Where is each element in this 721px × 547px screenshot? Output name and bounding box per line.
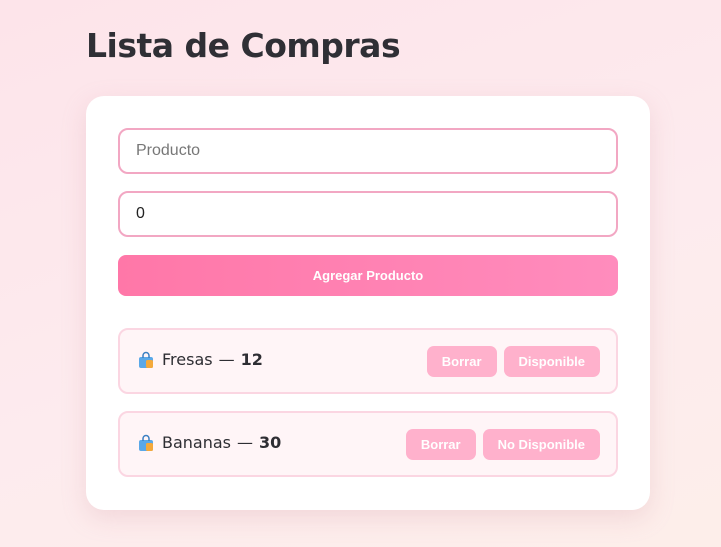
shopping-bag-icon xyxy=(139,351,153,368)
item-actions: Borrar Disponible xyxy=(426,346,600,377)
delete-button[interactable]: Borrar xyxy=(426,346,497,377)
shopping-list-card: Agregar Producto Fresas — 12 Borrar Disp… xyxy=(86,96,650,510)
list-item: Bananas — 30 Borrar No Disponible xyxy=(118,411,618,477)
product-input[interactable] xyxy=(118,128,618,174)
item-name: Fresas xyxy=(162,350,213,369)
delete-button[interactable]: Borrar xyxy=(405,429,476,460)
list-item: Fresas — 12 Borrar Disponible xyxy=(118,328,618,394)
item-separator: — xyxy=(237,433,254,452)
item-actions: Borrar No Disponible xyxy=(405,429,600,460)
item-label: Fresas — 12 xyxy=(137,350,263,369)
item-separator: — xyxy=(218,350,235,369)
quantity-input[interactable] xyxy=(118,191,618,237)
page-title: Lista de Compras xyxy=(86,26,401,65)
item-quantity: 12 xyxy=(240,350,263,369)
availability-toggle-button[interactable]: No Disponible xyxy=(482,429,600,460)
item-name: Bananas xyxy=(162,433,232,452)
availability-toggle-button[interactable]: Disponible xyxy=(503,346,600,377)
item-quantity: 30 xyxy=(259,433,282,452)
add-product-button[interactable]: Agregar Producto xyxy=(118,255,618,296)
shopping-bag-icon xyxy=(139,434,153,451)
item-label: Bananas — 30 xyxy=(137,433,281,452)
